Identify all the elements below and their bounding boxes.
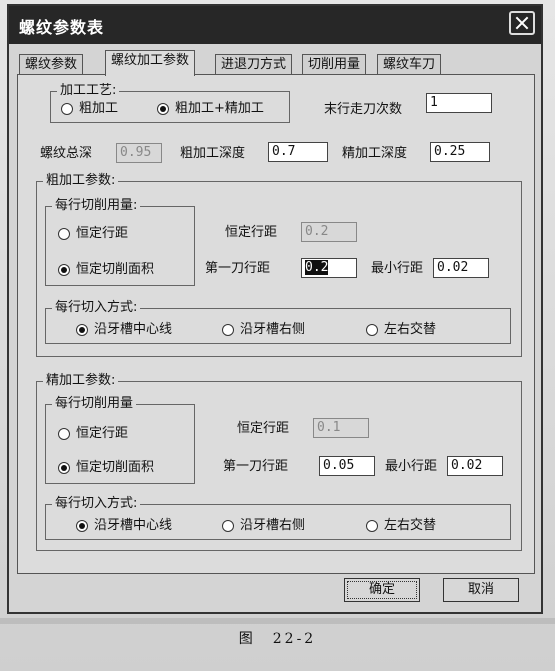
finish-infeed-group: 每行切入方式: 沿牙槽中心线 沿牙槽右侧 左右交替 bbox=[45, 496, 511, 540]
total-depth-input[interactable]: 0.95 bbox=[116, 143, 162, 163]
rough-first-spacing-label: 第一刀行距 bbox=[205, 261, 271, 276]
rough-legend: 粗加工参数: bbox=[43, 173, 119, 189]
finish-cut-legend: 每行切削用量 bbox=[52, 396, 137, 412]
rough-infeed-legend: 每行切入方式: bbox=[52, 300, 141, 316]
rough-depth-input[interactable]: 0.7 bbox=[268, 142, 328, 162]
rough-params-group: 粗加工参数: 每行切削用量: 恒定行距 恒定切削面积 恒定行距 0.2 第一刀行… bbox=[36, 173, 522, 357]
title-bar: 螺纹参数表 bbox=[9, 6, 541, 44]
rough-first-spacing-input[interactable]: 0.2 bbox=[301, 258, 357, 278]
finish-min-spacing-label: 最小行距 bbox=[385, 459, 438, 474]
last-pass-input[interactable]: 1 bbox=[426, 93, 492, 113]
radio-finish-const-area[interactable]: 恒定切削面积 bbox=[58, 459, 154, 477]
last-pass-label: 末行走刀次数 bbox=[324, 102, 403, 117]
finish-first-spacing-input[interactable]: 0.05 bbox=[319, 456, 375, 476]
rough-min-spacing-input[interactable]: 0.02 bbox=[433, 258, 489, 278]
radio-rough-plus-finish[interactable]: 粗加工+精加工 bbox=[157, 100, 264, 118]
figure-caption: 图 22-2 bbox=[238, 631, 317, 647]
rough-depth-label: 粗加工深度 bbox=[180, 146, 246, 161]
tab-cutting-amount[interactable]: 切削用量 bbox=[302, 54, 367, 75]
tab-thread-machining-params[interactable]: 螺纹加工参数 bbox=[105, 50, 196, 76]
window-title: 螺纹参数表 bbox=[19, 18, 105, 37]
rough-const-spacing-label: 恒定行距 bbox=[225, 225, 278, 240]
radio-finish-center-line[interactable]: 沿牙槽中心线 bbox=[76, 517, 172, 535]
cancel-button[interactable]: 取消 bbox=[443, 578, 519, 602]
tab-approach-retract[interactable]: 进退刀方式 bbox=[215, 54, 293, 75]
radio-finish-right-side[interactable]: 沿牙槽右侧 bbox=[222, 517, 305, 535]
finish-const-spacing-input[interactable]: 0.1 bbox=[313, 418, 369, 438]
finish-const-spacing-label: 恒定行距 bbox=[237, 421, 290, 436]
thread-parameters-dialog: 螺纹参数表 螺纹参数 螺纹加工参数 进退刀方式 切削用量 螺纹车刀 加工工艺: … bbox=[7, 4, 543, 614]
ok-button[interactable]: 确定 bbox=[344, 578, 420, 602]
radio-rough-only[interactable]: 粗加工 bbox=[61, 100, 118, 118]
rough-cut-amount-group: 每行切削用量: 恒定行距 恒定切削面积 bbox=[45, 198, 195, 286]
finish-first-spacing-label: 第一刀行距 bbox=[223, 459, 289, 474]
background-ghost-strip bbox=[0, 618, 555, 624]
tab-thread-tool[interactable]: 螺纹车刀 bbox=[377, 54, 442, 75]
finish-legend: 精加工参数: bbox=[43, 373, 119, 389]
radio-rough-center-line[interactable]: 沿牙槽中心线 bbox=[76, 321, 172, 339]
radio-rough-right-side[interactable]: 沿牙槽右侧 bbox=[222, 321, 305, 339]
rough-cut-legend: 每行切削用量: bbox=[52, 198, 141, 214]
finish-params-group: 精加工参数: 每行切削用量 恒定行距 恒定切削面积 恒定行距 0.1 第一刀行距… bbox=[36, 373, 522, 551]
rough-min-spacing-label: 最小行距 bbox=[371, 261, 424, 276]
radio-finish-alternate[interactable]: 左右交替 bbox=[366, 517, 436, 535]
close-icon[interactable] bbox=[509, 11, 535, 35]
rough-infeed-group: 每行切入方式: 沿牙槽中心线 沿牙槽右侧 左右交替 bbox=[45, 300, 511, 344]
process-group: 加工工艺: 粗加工 粗加工+精加工 bbox=[50, 83, 290, 123]
finish-depth-label: 精加工深度 bbox=[342, 146, 408, 161]
radio-rough-alternate[interactable]: 左右交替 bbox=[366, 321, 436, 339]
process-legend: 加工工艺: bbox=[57, 83, 120, 99]
rough-const-spacing-input[interactable]: 0.2 bbox=[301, 222, 357, 242]
radio-rough-const-spacing[interactable]: 恒定行距 bbox=[58, 225, 128, 243]
tab-panel: 加工工艺: 粗加工 粗加工+精加工 末行走刀次数 1 螺纹总深 0.95 粗加工… bbox=[17, 74, 535, 574]
finish-depth-input[interactable]: 0.25 bbox=[430, 142, 490, 162]
tab-thread-params[interactable]: 螺纹参数 bbox=[19, 54, 84, 75]
finish-min-spacing-input[interactable]: 0.02 bbox=[447, 456, 503, 476]
finish-cut-amount-group: 每行切削用量 恒定行距 恒定切削面积 bbox=[45, 396, 195, 484]
radio-finish-const-spacing[interactable]: 恒定行距 bbox=[58, 425, 128, 443]
total-depth-label: 螺纹总深 bbox=[40, 146, 93, 161]
radio-rough-const-area[interactable]: 恒定切削面积 bbox=[58, 261, 154, 279]
finish-infeed-legend: 每行切入方式: bbox=[52, 496, 141, 512]
